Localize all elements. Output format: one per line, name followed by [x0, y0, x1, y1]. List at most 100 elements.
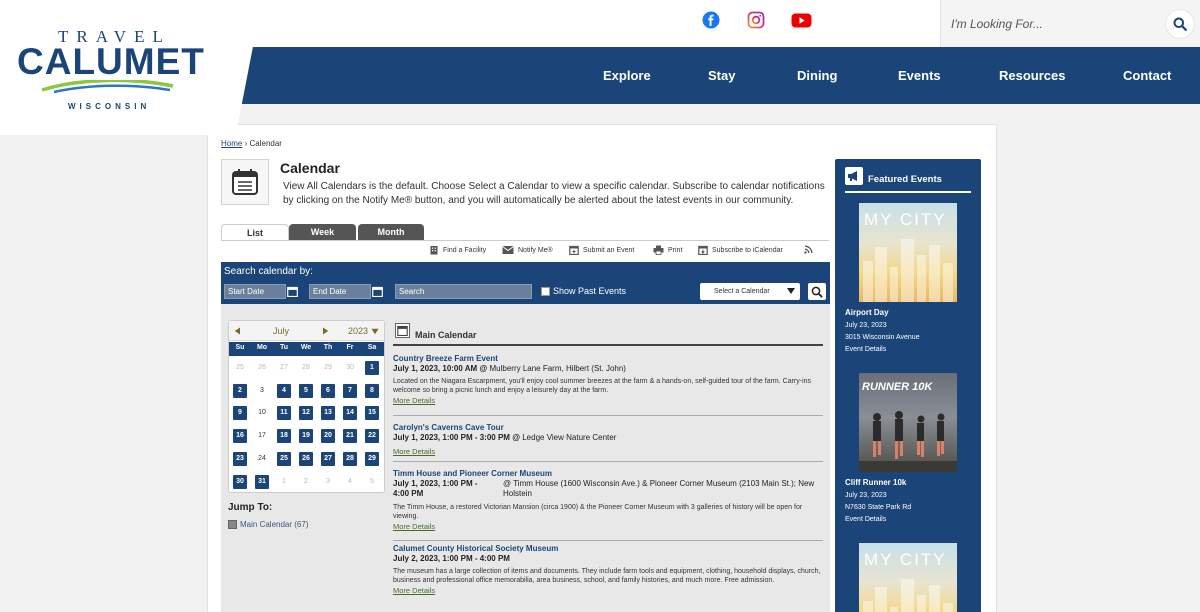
featured-event-name[interactable]: Airport Day: [845, 308, 889, 317]
start-date-picker[interactable]: [286, 285, 299, 298]
tab-week[interactable]: Week: [289, 224, 356, 241]
calendar-day[interactable]: 19: [299, 429, 313, 444]
start-date-field[interactable]: Start Date: [224, 284, 286, 299]
find-facility-button[interactable]: Find a Facility: [429, 245, 486, 255]
calendar-day[interactable]: 25: [277, 451, 291, 466]
calendar-day[interactable]: 20: [321, 429, 335, 444]
next-month-icon[interactable]: [322, 327, 329, 335]
nav-resources[interactable]: Resources: [999, 68, 1065, 83]
prev-month-icon[interactable]: [234, 327, 241, 335]
calendar-day[interactable]: 28: [343, 451, 357, 466]
calendar-day: 2: [304, 477, 308, 485]
calendar-day[interactable]: 11: [277, 406, 291, 421]
calendar-day[interactable]: 5: [299, 383, 313, 398]
calendar-day[interactable]: 13: [321, 406, 335, 421]
calendar-day[interactable]: 26: [299, 451, 313, 466]
calendar-day[interactable]: 4: [277, 383, 291, 398]
calendar-day[interactable]: 9: [233, 406, 247, 421]
calendar-day: 24: [258, 454, 266, 462]
print-button[interactable]: Print: [653, 245, 682, 255]
calendar-day[interactable]: 6: [321, 383, 335, 398]
tab-month[interactable]: Month: [358, 224, 424, 241]
nav-dining[interactable]: Dining: [797, 68, 837, 83]
breadcrumb-home-link[interactable]: Home: [221, 139, 242, 148]
calendar-day[interactable]: 16: [233, 429, 247, 444]
calendar-search-input[interactable]: Search: [395, 284, 532, 299]
featured-event-image[interactable]: RUNNER 10K: [859, 373, 957, 472]
youtube-icon[interactable]: [791, 11, 812, 29]
weekday-label: Mo: [256, 344, 268, 351]
end-date-picker[interactable]: [371, 285, 384, 298]
calendar-day[interactable]: 2: [233, 383, 247, 398]
submit-event-button[interactable]: Submit an Event: [569, 245, 634, 255]
featured-image-text: MY CITY: [864, 550, 947, 569]
calendar-day: 1: [282, 477, 286, 485]
weekday-label: Tu: [279, 344, 289, 351]
calendar-day[interactable]: 8: [365, 383, 379, 398]
notify-me-button[interactable]: Notify Me®: [502, 245, 553, 255]
calendar-day[interactable]: 27: [321, 451, 335, 466]
show-past-events-checkbox[interactable]: [541, 287, 550, 296]
select-calendar-dropdown[interactable]: Select a Calendar: [700, 283, 800, 300]
tab-list[interactable]: List: [221, 224, 289, 241]
instagram-icon[interactable]: [747, 11, 765, 29]
main-calendar-icon: [395, 323, 410, 338]
calendar-icon: [287, 286, 298, 297]
event-title[interactable]: Timm House and Pioneer Corner Museum: [393, 469, 823, 478]
featured-event-image[interactable]: MY CITY: [859, 543, 957, 612]
submit-event-label: Submit an Event: [583, 246, 635, 254]
calendar-color-swatch: [228, 520, 237, 529]
event-title[interactable]: Calumet County Historical Society Museum: [393, 544, 823, 553]
event-item: Carolyn's Caverns Cave Tour July 1, 2023…: [393, 423, 823, 456]
jump-main-calendar-link[interactable]: Main Calendar (67): [228, 520, 308, 529]
event-date: July 1, 2023, 1:00 PM - 3:00 PM @ Ledge …: [393, 433, 617, 442]
site-search-button[interactable]: [1165, 9, 1195, 39]
search-icon: [811, 286, 823, 297]
calendar-day[interactable]: 30: [233, 474, 247, 489]
site-logo[interactable]: TRAVEL CALUMET WISCONSIN: [0, 0, 262, 135]
facebook-icon[interactable]: [702, 11, 720, 29]
nav-events[interactable]: Events: [898, 68, 941, 83]
site-search-input[interactable]: [951, 14, 1151, 34]
search-bar-label: Search calendar by:: [224, 266, 313, 277]
calendar-day: 10: [258, 409, 266, 417]
calendar-day[interactable]: 22: [365, 429, 379, 444]
featured-event-name[interactable]: Cliff Runner 10k: [845, 478, 906, 487]
event-more-details-link[interactable]: More Details: [393, 586, 823, 595]
nav-contact[interactable]: Contact: [1123, 68, 1171, 83]
breadcrumb-separator: ›: [244, 139, 248, 148]
logo-calumet-text: CALUMET: [17, 41, 205, 82]
event-more-details-link[interactable]: More Details: [393, 447, 823, 456]
subscribe-icalendar-button[interactable]: Subscribe to iCalendar: [698, 245, 783, 255]
calendar-day[interactable]: 14: [343, 406, 357, 421]
featured-event-details-link[interactable]: Event Details: [845, 516, 886, 523]
nav-stay[interactable]: Stay: [708, 68, 735, 83]
event-title[interactable]: Country Breeze Farm Event: [393, 354, 823, 363]
mini-calendar-year[interactable]: 2023: [348, 326, 368, 336]
calendar-day[interactable]: 18: [277, 429, 291, 444]
nav-explore[interactable]: Explore: [603, 68, 651, 83]
calendar-day[interactable]: 21: [343, 429, 357, 444]
city-skyline-icon: [863, 239, 953, 302]
calendar-day[interactable]: 7: [343, 383, 357, 398]
calendar-day[interactable]: 31: [255, 474, 269, 489]
event-more-details-link[interactable]: More Details: [393, 396, 823, 405]
featured-event-image[interactable]: MY CITY: [859, 203, 957, 302]
calendar-day[interactable]: 15: [365, 406, 379, 421]
breadcrumb: Home › Calendar: [221, 139, 282, 148]
event-title[interactable]: Carolyn's Caverns Cave Tour: [393, 423, 823, 432]
calendar-day: 3: [326, 477, 330, 485]
megaphone-icon: [845, 167, 863, 185]
mini-calendar: July 2023 Su Mo Tu We Th Fr Sa 25 26 27 28 29 30 1 2 3…: [228, 320, 385, 493]
event-more-details-link[interactable]: More Details: [393, 522, 823, 531]
calendar-day[interactable]: 12: [299, 406, 313, 421]
year-dropdown-icon[interactable]: [371, 328, 379, 335]
calendar-day[interactable]: 1: [365, 361, 379, 375]
rss-button[interactable]: [804, 245, 813, 254]
calendar-search-button[interactable]: [808, 283, 826, 300]
calendar-day[interactable]: 29: [365, 451, 379, 466]
featured-event-details-link[interactable]: Event Details: [845, 346, 886, 353]
calendar-day[interactable]: 23: [233, 451, 247, 466]
end-date-field[interactable]: End Date: [309, 284, 371, 299]
event-date: July 1, 2023, 10:00 AM @ Mulberry Lane F…: [393, 364, 626, 373]
